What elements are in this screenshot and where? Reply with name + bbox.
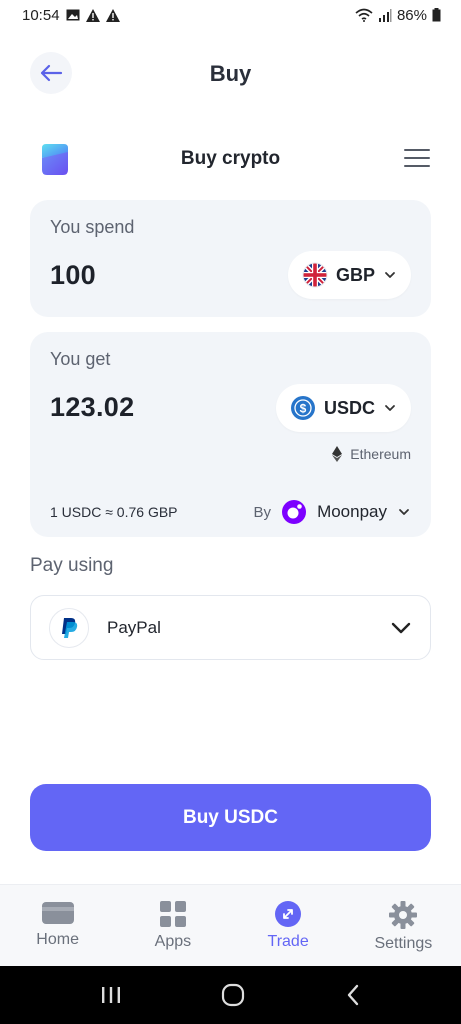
provider-name: Moonpay xyxy=(317,502,387,521)
get-label: You get xyxy=(50,349,111,369)
nav-item-apps[interactable]: Apps xyxy=(115,885,230,966)
nav-item-settings[interactable]: Settings xyxy=(346,885,461,966)
home-circle-icon[interactable] xyxy=(221,983,245,1007)
spend-amount-input[interactable]: 100 xyxy=(50,260,96,291)
back-chevron-icon[interactable] xyxy=(345,984,361,1006)
by-label: By xyxy=(253,503,272,521)
arrow-left-icon xyxy=(40,64,63,82)
svg-text:$: $ xyxy=(300,402,307,416)
nav-item-trade[interactable]: Trade xyxy=(231,885,346,966)
pay-using-label: Pay using xyxy=(30,555,114,576)
network-name: Ethereum xyxy=(350,446,411,462)
get-currency-select[interactable]: $ USDC xyxy=(275,384,411,432)
battery-percent: 86% xyxy=(396,6,427,24)
nav-label-trade: Trade xyxy=(267,933,309,950)
warning-icon xyxy=(105,8,120,22)
nav-label-apps: Apps xyxy=(154,933,192,950)
nav-item-home[interactable]: Home xyxy=(0,885,115,966)
apps-grid-icon xyxy=(159,901,186,927)
card-icon xyxy=(41,902,74,924)
header: Buy xyxy=(0,52,461,96)
spend-currency-code: GBP xyxy=(335,264,375,285)
wifi-icon xyxy=(355,8,373,22)
spend-label: You spend xyxy=(50,217,135,237)
gear-icon xyxy=(389,901,418,929)
spend-card: You spend 100 GBP xyxy=(30,200,431,317)
menu-icon-line xyxy=(404,157,430,159)
back-button[interactable] xyxy=(30,52,72,94)
bottom-nav: Home Apps Trade Settings xyxy=(0,884,461,966)
trade-icon xyxy=(275,901,302,927)
nav-label-home: Home xyxy=(36,931,79,948)
battery-icon xyxy=(432,8,441,22)
chevron-down-icon xyxy=(385,405,395,411)
widget-title: Buy crypto xyxy=(180,148,281,169)
usdc-icon: $ xyxy=(290,396,315,420)
warning-icon xyxy=(85,8,100,22)
payment-method-select[interactable]: PayPal xyxy=(30,595,431,660)
buy-button[interactable]: Buy USDC xyxy=(30,784,431,851)
nav-label-settings: Settings xyxy=(374,935,433,952)
buy-screen: 10:54 86% Buy Buy crypto You spend 100 G… xyxy=(0,0,461,1024)
menu-button[interactable] xyxy=(403,146,431,170)
menu-icon-line xyxy=(404,149,430,151)
moonpay-logo-icon xyxy=(282,500,307,524)
widget-header: Buy crypto xyxy=(30,138,431,182)
recent-apps-icon[interactable] xyxy=(100,985,122,1005)
network-label: Ethereum xyxy=(332,446,411,462)
payment-method-name: PayPal xyxy=(107,617,161,637)
status-time: 10:54 xyxy=(22,6,60,24)
exchange-rate: 1 USDC ≈ 0.76 GBP xyxy=(50,504,178,520)
status-right: 86% xyxy=(355,7,441,24)
get-currency-code: USDC xyxy=(323,397,375,418)
provider-select[interactable]: By Moonpay xyxy=(254,499,411,525)
rate-row: 1 USDC ≈ 0.76 GBP By Moonpay xyxy=(50,497,411,527)
paypal-icon xyxy=(62,617,78,638)
spend-currency-select[interactable]: GBP xyxy=(287,251,411,299)
uk-flag-icon xyxy=(302,262,328,288)
status-left: 10:54 xyxy=(22,7,120,24)
chevron-down-icon xyxy=(391,622,411,633)
get-card: You get 123.02 Ethereum 1 USDC ≈ 0.76 GB… xyxy=(30,332,431,537)
ethereum-icon xyxy=(332,446,343,462)
paypal-logo xyxy=(49,607,89,648)
image-notification-icon xyxy=(66,9,80,21)
system-nav-bar xyxy=(0,966,461,1024)
chevron-down-icon xyxy=(399,509,409,515)
chevron-down-icon xyxy=(385,272,395,278)
signal-icon xyxy=(378,8,392,22)
menu-icon-line xyxy=(404,165,430,167)
get-amount: 123.02 xyxy=(50,392,135,422)
status-bar: 10:54 86% xyxy=(0,0,461,30)
